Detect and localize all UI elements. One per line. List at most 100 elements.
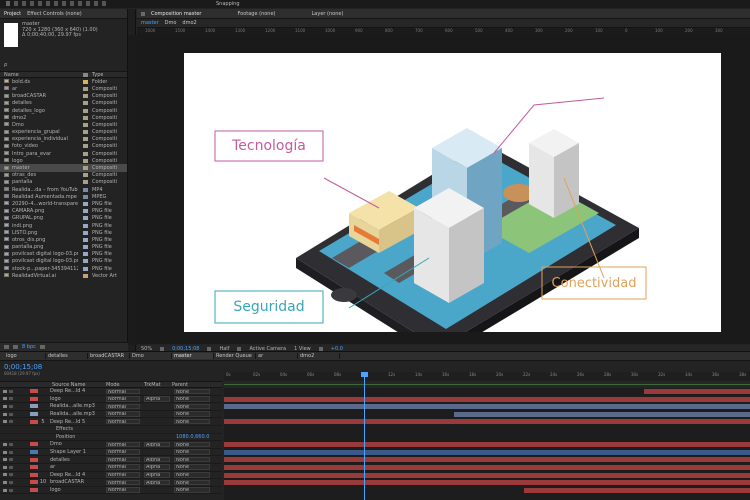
label-swatch[interactable] xyxy=(78,137,92,142)
layer-duration-bar[interactable] xyxy=(224,396,750,402)
solo-icon[interactable] xyxy=(9,397,13,401)
label-swatch[interactable] xyxy=(78,230,92,235)
layer-row[interactable]: Effects xyxy=(0,426,222,434)
label-swatch[interactable] xyxy=(78,216,92,221)
layer-name[interactable]: ar xyxy=(48,464,106,470)
parent-select[interactable]: None xyxy=(174,487,210,493)
project-item[interactable]: indi.png PNG file xyxy=(0,222,127,229)
bpc-toggle[interactable]: 8 bpc xyxy=(22,344,36,350)
layer-label-color[interactable] xyxy=(30,427,38,431)
parent-select[interactable]: None xyxy=(174,403,210,410)
layer-duration-bar[interactable] xyxy=(454,411,750,417)
tab-footage[interactable]: Footage (none) xyxy=(237,11,275,17)
search-icon[interactable]: ρ xyxy=(4,62,7,68)
col-mode[interactable]: Mode xyxy=(106,382,144,388)
snapping-label[interactable]: Snapping xyxy=(216,1,240,7)
timeline-tab[interactable]: dmo2 xyxy=(298,353,340,359)
layer-duration-bar[interactable] xyxy=(224,457,750,463)
layer-duration-bar[interactable] xyxy=(524,487,750,493)
timeline-tab[interactable]: logo xyxy=(4,353,46,359)
layer-name[interactable]: logo xyxy=(48,396,106,402)
tab-effect-controls[interactable]: Effect Controls (none) xyxy=(27,11,82,17)
parent-select[interactable]: None xyxy=(174,456,210,463)
work-area-bar[interactable] xyxy=(224,381,750,388)
label-swatch[interactable] xyxy=(78,209,92,214)
label-swatch[interactable] xyxy=(78,86,92,91)
project-item[interactable]: GRUPAL.png PNG file xyxy=(0,215,127,222)
visibility-eye-icon[interactable] xyxy=(3,480,7,484)
project-item[interactable]: Dmo Compositi xyxy=(0,121,127,128)
blend-mode-select[interactable]: Normal xyxy=(106,449,140,455)
col-source-name[interactable]: Source Name xyxy=(52,382,106,388)
layer-row[interactable]: Deep Re...ld 4 Normal None xyxy=(0,388,222,396)
playhead[interactable] xyxy=(364,372,365,500)
parent-select[interactable]: 1080.0,660.0 xyxy=(176,434,212,440)
label-swatch[interactable] xyxy=(78,273,92,278)
layer-name[interactable]: Effects xyxy=(48,426,106,432)
layer-duration-bar[interactable] xyxy=(224,449,750,455)
label-swatch[interactable] xyxy=(78,237,92,242)
visibility-eye-icon[interactable] xyxy=(3,465,7,469)
new-folder-icon[interactable] xyxy=(13,345,18,349)
visibility-eye-icon[interactable] xyxy=(3,458,7,462)
selection-tool-icon[interactable] xyxy=(6,1,10,6)
project-item[interactable]: broadCASTAR Compositi xyxy=(0,93,127,100)
layer-row[interactable]: Realida...alle.mp3 Normal None xyxy=(0,403,222,411)
project-item[interactable]: LISTO.png PNG file xyxy=(0,229,127,236)
pan-tool-icon[interactable] xyxy=(46,1,50,6)
blend-mode-select[interactable]: Normal xyxy=(106,456,140,463)
tab-project[interactable]: Project xyxy=(4,11,21,17)
project-item[interactable]: povilcast digital logo-03.png PNG file xyxy=(0,251,127,258)
blend-mode-select[interactable]: Normal xyxy=(106,441,140,448)
type-tool-icon[interactable] xyxy=(70,1,74,6)
subtab-master[interactable]: master xyxy=(141,20,159,26)
solo-icon[interactable] xyxy=(9,450,13,454)
col-name[interactable]: Name xyxy=(0,72,78,77)
timeline-tab[interactable]: detalles xyxy=(46,353,88,359)
visibility-eye-icon[interactable] xyxy=(3,450,7,454)
layer-row[interactable]: 10 broadCASTAR Normal Alpha None xyxy=(0,479,222,487)
layer-label-color[interactable] xyxy=(30,472,38,477)
blend-mode-select[interactable]: Normal xyxy=(106,396,140,402)
comp-viewer[interactable]: Tecnología Seguridad Conectividad xyxy=(137,35,750,358)
layer-label-color[interactable] xyxy=(30,396,38,401)
col-trkmat[interactable]: TrkMat xyxy=(144,382,172,388)
label-swatch[interactable] xyxy=(78,259,92,264)
layer-duration-bar[interactable] xyxy=(224,419,750,425)
blend-mode-select[interactable]: Normal xyxy=(106,403,140,410)
project-item[interactable]: RealidadVirtual.ai Vector Art xyxy=(0,272,127,279)
solo-icon[interactable] xyxy=(9,442,13,446)
brush-tool-icon[interactable] xyxy=(78,1,82,6)
parent-select[interactable]: None xyxy=(174,479,210,486)
playhead-handle-icon[interactable] xyxy=(361,372,368,377)
label-swatch[interactable] xyxy=(78,151,92,156)
visibility-eye-icon[interactable] xyxy=(3,404,7,408)
hand-tool-icon[interactable] xyxy=(14,1,18,6)
layer-row[interactable]: detalles Normal Alpha None xyxy=(0,456,222,464)
layer-name[interactable]: broadCASTAR xyxy=(48,479,106,485)
project-item[interactable]: povilcast digital logo-03.png PNG file xyxy=(0,258,127,265)
col-type[interactable]: Type xyxy=(92,72,103,77)
project-item[interactable]: Realida...da – from YouTube.mp4 MP4 xyxy=(0,186,127,193)
project-item[interactable]: experiencia_grupal Compositi xyxy=(0,129,127,136)
label-col-icon[interactable] xyxy=(78,72,92,77)
visibility-eye-icon[interactable] xyxy=(3,488,7,492)
pen-tool-icon[interactable] xyxy=(62,1,66,6)
rotate-tool-icon[interactable] xyxy=(30,1,34,6)
timeline-tab[interactable]: master xyxy=(172,353,214,359)
label-swatch[interactable] xyxy=(78,115,92,120)
label-swatch[interactable] xyxy=(78,180,92,185)
parent-select[interactable]: None xyxy=(174,472,210,478)
timeline-tab[interactable]: Dmo xyxy=(130,353,172,359)
trkmat-select[interactable]: Alpha xyxy=(144,472,170,478)
solo-icon[interactable] xyxy=(9,404,13,408)
layer-name[interactable]: detalles xyxy=(48,457,106,463)
visibility-eye-icon[interactable] xyxy=(3,420,7,424)
layer-duration-bar[interactable] xyxy=(224,465,750,470)
project-item[interactable]: foto_video Compositi xyxy=(0,143,127,150)
solo-icon[interactable] xyxy=(9,465,13,469)
project-item[interactable]: otros_dis.png PNG file xyxy=(0,236,127,243)
layer-label-color[interactable] xyxy=(30,442,38,447)
parent-select[interactable]: None xyxy=(174,388,210,395)
subtab-dmo2[interactable]: dmo2 xyxy=(182,20,196,26)
